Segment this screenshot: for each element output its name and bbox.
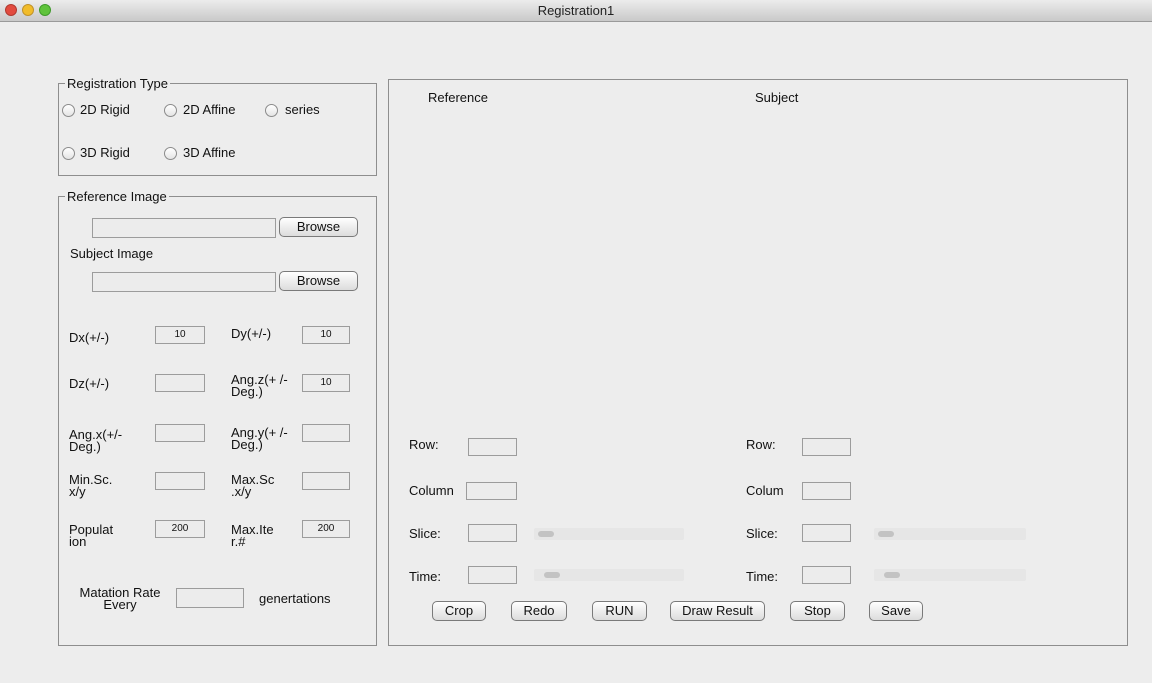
browse-reference-button[interactable]: Browse xyxy=(279,217,358,237)
angx-input[interactable] xyxy=(155,424,205,442)
radio-2d-affine-label: 2D Affine xyxy=(183,102,236,117)
ref-slice-slider[interactable] xyxy=(534,528,684,540)
subj-row-input[interactable] xyxy=(802,438,851,456)
draw-result-button[interactable]: Draw Result xyxy=(670,601,765,621)
minsc-input[interactable] xyxy=(155,472,205,490)
reference-view-title: Reference xyxy=(428,90,488,105)
radio-2d-rigid-label: 2D Rigid xyxy=(80,102,130,117)
radio-series-label: series xyxy=(285,102,320,117)
maxsc-label: Max.Sc .x/y xyxy=(231,472,275,499)
subject-image-label: Subject Image xyxy=(70,246,154,261)
ref-time-slider[interactable] xyxy=(534,569,684,581)
subject-view-title: Subject xyxy=(755,90,799,105)
radio-2d-rigid[interactable] xyxy=(62,104,75,117)
subj-column-label: Colum xyxy=(746,483,784,498)
ref-time-label: Time: xyxy=(409,569,442,584)
max-iter-label: Max.Ite r.# xyxy=(231,522,274,549)
ref-time-slider-thumb[interactable] xyxy=(544,572,560,578)
title-bar: Registration1 xyxy=(0,0,1152,22)
dx-input[interactable]: 10 xyxy=(155,326,205,344)
angz-input[interactable]: 10 xyxy=(302,374,350,392)
ref-row-label: Row: xyxy=(409,437,439,452)
subj-time-slider[interactable] xyxy=(874,569,1026,581)
angy-label: Ang.y(+ /- Deg.) xyxy=(231,425,288,452)
max-iter-input[interactable]: 200 xyxy=(302,520,350,538)
ref-slice-input[interactable] xyxy=(468,524,517,542)
population-input[interactable]: 200 xyxy=(155,520,205,538)
subj-time-label: Time: xyxy=(746,569,779,584)
browse-subject-button[interactable]: Browse xyxy=(279,271,358,291)
minsc-label: Min.Sc. x/y xyxy=(69,472,113,499)
ref-slice-label: Slice: xyxy=(409,526,441,541)
window-title: Registration1 xyxy=(537,3,615,18)
dy-input[interactable]: 10 xyxy=(302,326,350,344)
mutation-rate-input[interactable] xyxy=(176,588,244,608)
subject-path-input[interactable] xyxy=(92,272,276,292)
dy-label: Dy(+/-) xyxy=(231,326,272,341)
subj-column-input[interactable] xyxy=(802,482,851,500)
registration-type-panel: Registration Type xyxy=(58,76,377,176)
mutation-rate-label: Matation Rate Every xyxy=(79,585,161,612)
radio-3d-affine-label: 3D Affine xyxy=(183,145,236,160)
generations-label: genertations xyxy=(259,591,331,606)
angy-input[interactable] xyxy=(302,424,350,442)
dx-label: Dx(+/-) xyxy=(69,330,110,345)
dz-label: Dz(+/-) xyxy=(69,376,110,391)
stop-button[interactable]: Stop xyxy=(790,601,845,621)
radio-series[interactable] xyxy=(265,104,278,117)
ref-column-label: Column xyxy=(409,483,454,498)
population-label: Populat ion xyxy=(69,522,114,549)
subj-row-label: Row: xyxy=(746,437,776,452)
radio-2d-affine[interactable] xyxy=(164,104,177,117)
ref-row-input[interactable] xyxy=(468,438,517,456)
subj-slice-input[interactable] xyxy=(802,524,851,542)
subj-slice-slider-thumb[interactable] xyxy=(878,531,894,537)
angz-label: Ang.z(+ /- Deg.) xyxy=(231,372,288,399)
radio-3d-affine[interactable] xyxy=(164,147,177,160)
image-viewer-panel xyxy=(388,79,1128,646)
run-button[interactable]: RUN xyxy=(592,601,647,621)
radio-3d-rigid-label: 3D Rigid xyxy=(80,145,130,160)
subj-time-input[interactable] xyxy=(802,566,851,584)
ref-time-input[interactable] xyxy=(468,566,517,584)
maxsc-input[interactable] xyxy=(302,472,350,490)
angx-label: Ang.x(+/- Deg.) xyxy=(69,427,123,454)
dz-input[interactable] xyxy=(155,374,205,392)
crop-button[interactable]: Crop xyxy=(432,601,486,621)
redo-button[interactable]: Redo xyxy=(511,601,567,621)
subj-time-slider-thumb[interactable] xyxy=(884,572,900,578)
reference-path-input[interactable] xyxy=(92,218,276,238)
subj-slice-slider[interactable] xyxy=(874,528,1026,540)
ref-slice-slider-thumb[interactable] xyxy=(538,531,554,537)
reference-image-legend: Reference Image xyxy=(67,189,167,204)
save-button[interactable]: Save xyxy=(869,601,923,621)
subj-slice-label: Slice: xyxy=(746,526,778,541)
ref-column-input[interactable] xyxy=(466,482,517,500)
registration-type-legend: Registration Type xyxy=(67,76,168,91)
radio-3d-rigid[interactable] xyxy=(62,147,75,160)
